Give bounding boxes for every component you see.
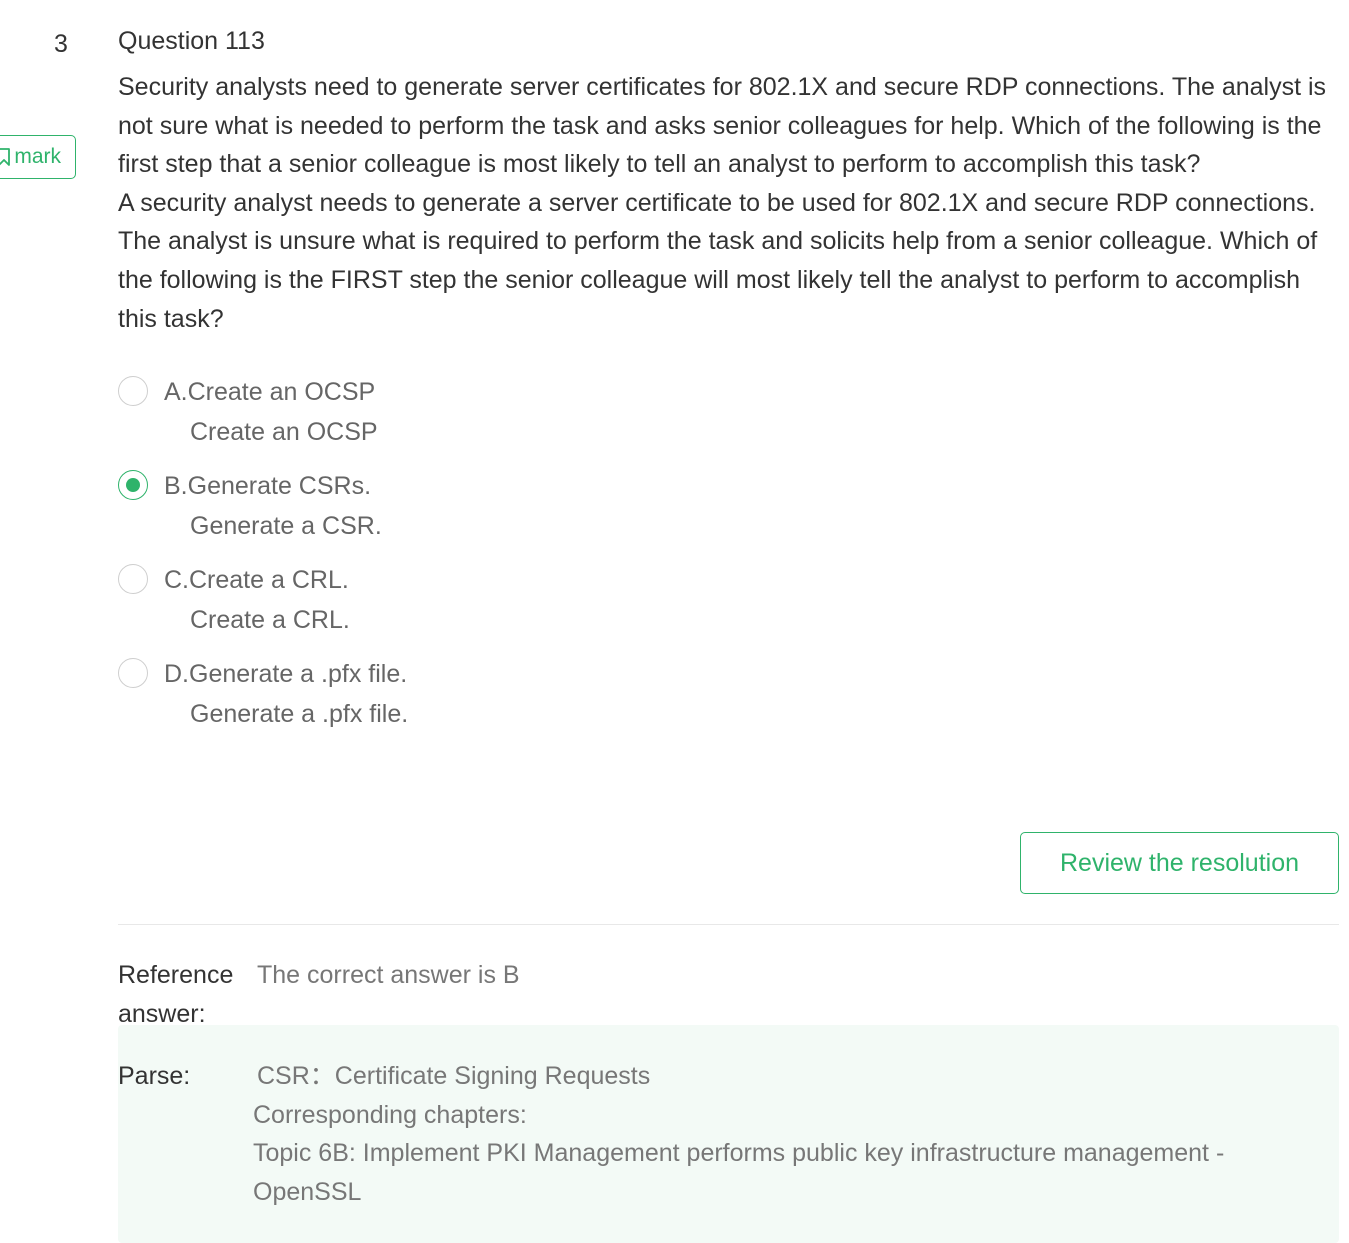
radio-option-b[interactable] bbox=[118, 470, 148, 501]
bookmark-icon bbox=[0, 148, 11, 166]
question-text-primary: Security analysts need to generate serve… bbox=[118, 73, 1327, 179]
option-d[interactable]: D.Generate a .pfx file. Generate a .pfx … bbox=[118, 654, 1339, 734]
option-a-label: A.Create an OCSP bbox=[164, 378, 376, 407]
parse-text: CSR：Certificate Signing Requests Corresp… bbox=[253, 1057, 1313, 1211]
mark-button-label: mark bbox=[14, 145, 61, 168]
radio-option-c[interactable] bbox=[118, 564, 148, 595]
parse-line-2: Corresponding chapters: bbox=[253, 1100, 527, 1129]
reference-answer-label: Reference answer: bbox=[118, 961, 234, 1028]
radio-option-d[interactable] bbox=[118, 658, 148, 689]
question-text-secondary: A security analyst needs to generate a s… bbox=[118, 188, 1318, 333]
review-resolution-button[interactable]: Review the resolution bbox=[1020, 832, 1339, 894]
option-c[interactable]: C.Create a CRL. Create a CRL. bbox=[118, 560, 1339, 640]
radio-option-a[interactable] bbox=[118, 376, 148, 407]
answer-options: A.Create an OCSP Create an OCSP B.Genera… bbox=[118, 372, 1339, 734]
parse-label: Parse: bbox=[118, 1062, 191, 1090]
option-c-label: C.Create a CRL. bbox=[164, 566, 349, 595]
reference-answer-value: The correct answer is B bbox=[257, 961, 520, 989]
question-content: Question 113 Security analysts need to g… bbox=[118, 24, 1339, 748]
option-c-subtext: Create a CRL. bbox=[190, 606, 350, 635]
parse-line-1: CSR：Certificate Signing Requests bbox=[257, 1062, 651, 1090]
option-d-subtext: Generate a .pfx file. bbox=[190, 700, 409, 729]
parse-panel: Parse: CSR：Certificate Signing Requests … bbox=[118, 1025, 1339, 1243]
parse-line-3: Topic 6B: Implement PKI Management perfo… bbox=[253, 1139, 1225, 1206]
option-a[interactable]: A.Create an OCSP Create an OCSP bbox=[118, 372, 1339, 452]
question-index: 3 bbox=[54, 30, 68, 58]
option-a-subtext: Create an OCSP bbox=[190, 418, 378, 447]
mark-button[interactable]: mark bbox=[0, 135, 76, 179]
option-b-label: B.Generate CSRs. bbox=[164, 472, 372, 501]
option-b[interactable]: B.Generate CSRs. Generate a CSR. bbox=[118, 466, 1339, 546]
option-b-subtext: Generate a CSR. bbox=[190, 512, 382, 541]
option-d-label: D.Generate a .pfx file. bbox=[164, 660, 408, 689]
divider bbox=[118, 924, 1339, 925]
question-title: Question 113 bbox=[118, 27, 265, 55]
